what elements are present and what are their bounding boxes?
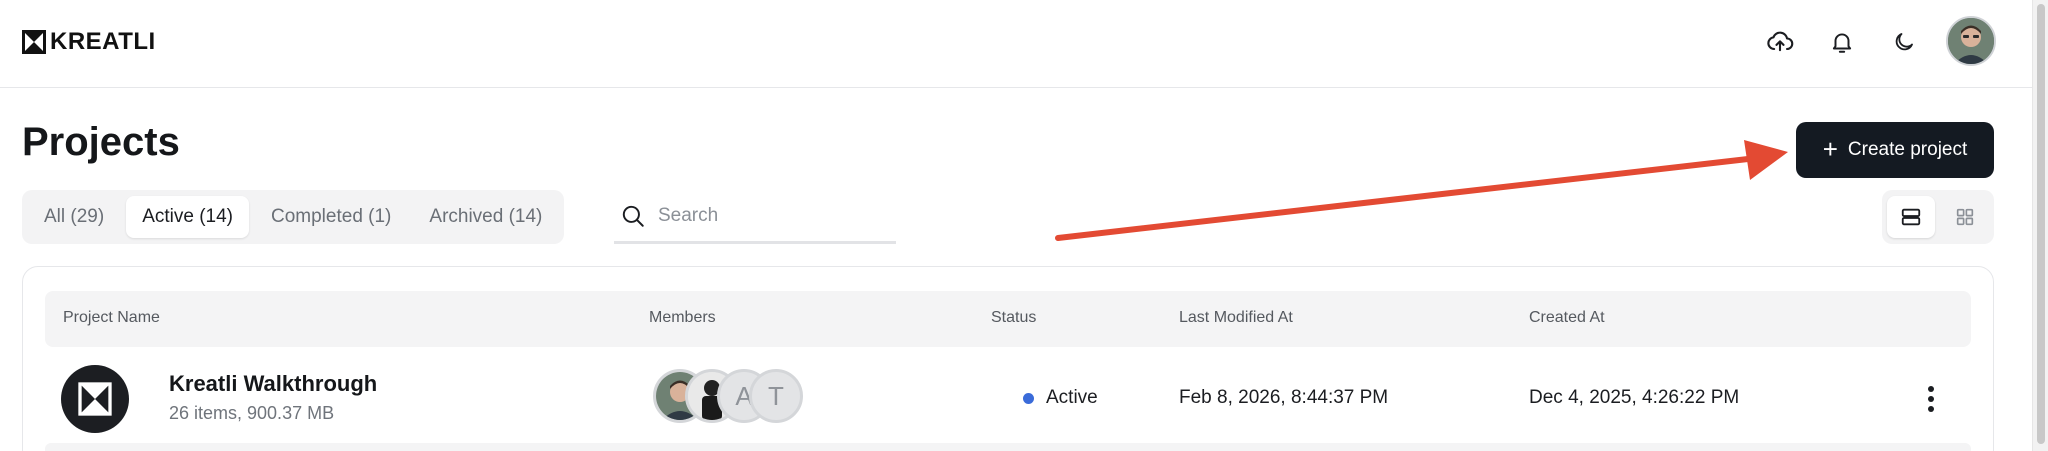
col-created-at[interactable]: Created At <box>1529 309 1605 327</box>
create-project-button[interactable]: + Create project <box>1796 122 1994 178</box>
status-badge: Active <box>1023 387 1098 409</box>
search-input[interactable] <box>658 204 878 227</box>
plus-icon: + <box>1822 134 1838 164</box>
page-scrollbar[interactable] <box>2032 0 2048 451</box>
project-meta: 26 items, 900.37 MB <box>169 403 335 423</box>
status-text: Active <box>1046 387 1098 408</box>
view-toggle <box>1882 190 1994 244</box>
col-members[interactable]: Members <box>649 309 716 327</box>
col-last-modified[interactable]: Last Modified At <box>1179 309 1293 327</box>
projects-table-card: Project Name Members Status Last Modifie… <box>22 266 1994 451</box>
tab-active[interactable]: Active (14) <box>126 196 249 238</box>
tab-archived[interactable]: Archived (14) <box>413 196 558 238</box>
upload-cloud-icon[interactable] <box>1760 22 1800 62</box>
brand-name: KREATLI <box>50 28 156 55</box>
kreatli-logo-icon <box>22 30 46 54</box>
next-row-edge <box>45 443 1971 451</box>
col-status[interactable]: Status <box>991 309 1036 327</box>
created-at-value: Dec 4, 2025, 4:26:22 PM <box>1529 387 1740 408</box>
brand-logo[interactable]: KREATLI <box>22 28 156 56</box>
last-modified-value: Feb 8, 2026, 8:44:37 PM <box>1179 387 1389 408</box>
member-avatar[interactable]: T <box>749 369 803 423</box>
list-view-icon[interactable] <box>1887 196 1935 238</box>
tab-all[interactable]: All (29) <box>28 196 120 238</box>
search-icon <box>622 205 644 227</box>
scrollbar-thumb[interactable] <box>2037 4 2045 444</box>
create-project-label: Create project <box>1847 139 1968 160</box>
more-options-icon[interactable] <box>1915 379 1947 419</box>
tab-completed[interactable]: Completed (1) <box>255 196 407 238</box>
status-dot-icon <box>1023 392 1034 404</box>
grid-view-icon[interactable] <box>1941 196 1989 238</box>
member-avatars[interactable]: A T <box>653 369 853 423</box>
project-logo-icon <box>61 365 129 433</box>
top-header: KREATLI <box>0 0 2032 88</box>
table-header: Project Name Members Status Last Modifie… <box>45 291 1971 347</box>
bell-icon[interactable] <box>1822 22 1862 62</box>
project-name[interactable]: Kreatli Walkthrough <box>169 371 377 397</box>
col-project-name[interactable]: Project Name <box>63 309 160 327</box>
moon-icon[interactable] <box>1884 22 1924 62</box>
status-filter-tabs: All (29) Active (14) Completed (1) Archi… <box>22 190 565 244</box>
page-title: Projects <box>22 120 180 164</box>
table-row[interactable]: Kreatli Walkthrough 26 items, 900.37 MB … <box>45 349 1971 451</box>
user-avatar[interactable] <box>1946 16 1996 66</box>
search-bar <box>614 190 896 244</box>
